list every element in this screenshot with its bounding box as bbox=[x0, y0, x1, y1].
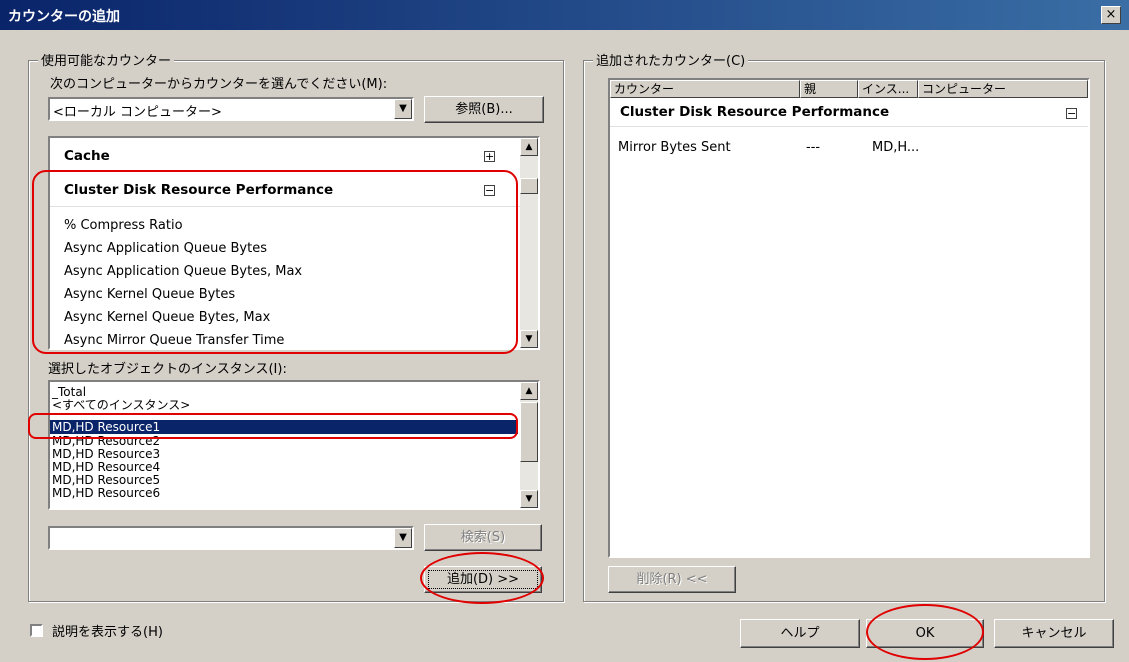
column-header-instance[interactable]: インス... bbox=[858, 80, 918, 98]
add-button[interactable]: 追加(D) >> bbox=[424, 566, 542, 593]
instance-item[interactable]: MD,HD Resource3 bbox=[52, 448, 160, 460]
available-counters-legend: 使用可能なカウンター bbox=[38, 50, 175, 69]
instance-item[interactable]: _Total bbox=[52, 386, 86, 398]
counter-item[interactable]: % Compress Ratio bbox=[64, 218, 183, 233]
added-counter-parent: --- bbox=[806, 140, 821, 155]
counter-item[interactable]: Async Application Queue Bytes, Max bbox=[64, 264, 302, 279]
added-group-row[interactable]: Cluster Disk Resource Performance − bbox=[610, 100, 1088, 127]
browse-button[interactable]: 参照(B)... bbox=[424, 96, 544, 123]
added-counter-instance: MD,H... bbox=[872, 140, 920, 155]
help-button[interactable]: ヘルプ bbox=[740, 619, 860, 648]
close-button[interactable]: × bbox=[1101, 6, 1121, 24]
scroll-up-icon[interactable]: ▲ bbox=[520, 382, 538, 400]
scroll-thumb[interactable] bbox=[520, 178, 538, 194]
collapse-minus-icon[interactable]: − bbox=[484, 185, 495, 196]
computer-label: 次のコンピューターからカウンターを選んでください(M): bbox=[50, 77, 388, 92]
computer-combo[interactable]: <ローカル コンピューター> ▼ bbox=[48, 97, 414, 121]
instance-item[interactable]: <すべてのインスタンス> bbox=[52, 399, 190, 411]
added-counters-legend: 追加されたカウンター(C) bbox=[593, 50, 749, 69]
column-header-parent[interactable]: 親 bbox=[800, 80, 858, 98]
scroll-down-icon[interactable]: ▼ bbox=[520, 330, 538, 348]
search-button[interactable]: 検索(S) bbox=[424, 524, 542, 551]
expand-plus-icon[interactable]: + bbox=[484, 151, 495, 162]
column-header-counter[interactable]: カウンター bbox=[610, 80, 800, 98]
scroll-up-icon[interactable]: ▲ bbox=[520, 138, 538, 156]
computer-dropdown-arrow-icon[interactable]: ▼ bbox=[394, 99, 412, 119]
collapse-minus-icon[interactable]: − bbox=[1066, 108, 1077, 119]
added-counter-list[interactable]: カウンター 親 インス... コンピューター Cluster Disk Reso… bbox=[608, 78, 1090, 558]
show-description-label[interactable]: 説明を表示する(H) bbox=[52, 621, 163, 640]
counter-item[interactable]: Async Application Queue Bytes bbox=[64, 241, 267, 256]
instance-item-selected[interactable]: MD,HD Resource1 bbox=[50, 420, 518, 434]
added-counter-name: Mirror Bytes Sent bbox=[618, 140, 731, 155]
ok-button[interactable]: OK bbox=[866, 619, 984, 648]
counter-list[interactable]: Cache + Cluster Disk Resource Performanc… bbox=[48, 136, 540, 350]
instance-item[interactable]: MD,HD Resource6 bbox=[52, 487, 160, 499]
search-dropdown-arrow-icon[interactable]: ▼ bbox=[394, 528, 412, 548]
cancel-button[interactable]: キャンセル bbox=[994, 619, 1114, 648]
scroll-down-icon[interactable]: ▼ bbox=[520, 490, 538, 508]
instance-item[interactable]: MD,HD Resource4 bbox=[52, 461, 160, 473]
instance-list-scrollbar[interactable]: ▲ ▼ bbox=[520, 382, 538, 508]
scroll-thumb[interactable] bbox=[520, 402, 538, 462]
instance-list[interactable]: _Total <すべてのインスタンス> MD,HD Resource1 MD,H… bbox=[48, 380, 540, 510]
instance-item[interactable]: MD,HD Resource2 bbox=[52, 435, 160, 447]
computer-combo-value: <ローカル コンピューター> bbox=[53, 105, 222, 120]
object-row-cluster-disk[interactable]: Cluster Disk Resource Performance − bbox=[50, 176, 520, 207]
object-row-cache[interactable]: Cache + bbox=[50, 138, 520, 172]
object-name-cache: Cache bbox=[64, 148, 110, 164]
title-bar: カウンターの追加 × bbox=[0, 0, 1129, 30]
instance-item[interactable]: MD,HD Resource5 bbox=[52, 474, 160, 486]
instances-label: 選択したオブジェクトのインスタンス(I): bbox=[48, 362, 287, 377]
counter-list-scrollbar[interactable]: ▲ ▼ bbox=[520, 138, 538, 348]
window-title: カウンターの追加 bbox=[8, 9, 120, 25]
search-combo[interactable]: ▼ bbox=[48, 526, 414, 550]
counter-item[interactable]: Async Kernel Queue Bytes bbox=[64, 287, 235, 302]
column-header-computer[interactable]: コンピューター bbox=[918, 80, 1088, 98]
remove-button[interactable]: 削除(R) << bbox=[608, 566, 736, 593]
counter-item[interactable]: Async Mirror Queue Transfer Time bbox=[64, 333, 284, 348]
show-description-checkbox[interactable] bbox=[30, 624, 43, 637]
object-name-cluster-disk: Cluster Disk Resource Performance bbox=[64, 182, 334, 198]
counter-item[interactable]: Async Kernel Queue Bytes, Max bbox=[64, 310, 270, 325]
added-group-name: Cluster Disk Resource Performance bbox=[620, 104, 890, 120]
added-counter-row[interactable]: Mirror Bytes Sent --- MD,H... bbox=[610, 140, 1088, 158]
